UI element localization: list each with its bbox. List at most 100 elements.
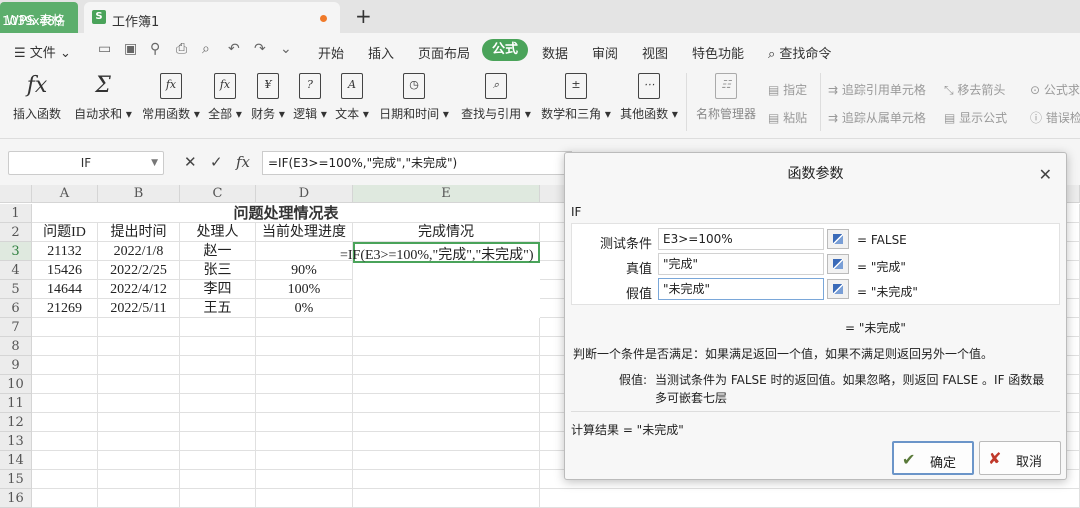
text-button[interactable]: A 文本 ▾ <box>332 73 372 122</box>
empty-cell[interactable] <box>180 451 256 470</box>
row-header[interactable]: 11 <box>0 394 32 413</box>
print-preview-icon[interactable]: ⌕ <box>202 41 210 57</box>
empty-cell[interactable] <box>353 394 540 413</box>
row-header[interactable]: 1 <box>0 204 32 223</box>
table-cell[interactable]: 100% <box>256 280 353 299</box>
empty-cell[interactable] <box>180 318 256 337</box>
formula-audit-button[interactable]: ⊙ 公式求 <box>1030 81 1080 98</box>
close-icon[interactable]: ✕ <box>1039 165 1052 184</box>
empty-cell[interactable] <box>353 318 540 337</box>
trace-dependents-button[interactable]: ⇉ 追踪从属单元格 <box>828 109 926 126</box>
empty-cell[interactable] <box>98 394 180 413</box>
row-header[interactable]: 6 <box>0 299 32 318</box>
error-check-button[interactable]: ⓘ 错误检 <box>1030 109 1080 126</box>
empty-cell[interactable] <box>353 413 540 432</box>
table-cell[interactable]: 李四 <box>180 280 256 299</box>
column-header-c[interactable]: C <box>180 185 256 203</box>
empty-cell[interactable] <box>256 318 353 337</box>
autosum-button[interactable]: Σ 自动求和 ▾ <box>72 73 134 122</box>
confirm-formula-icon[interactable]: ✓ <box>210 153 223 171</box>
menu-data[interactable]: 数据 <box>542 43 568 62</box>
menu-start[interactable]: 开始 <box>318 43 344 62</box>
formula-input[interactable]: =IF(E3>=100%,"完成","未完成") <box>262 151 572 175</box>
row-header[interactable]: 16 <box>0 489 32 508</box>
empty-cell[interactable] <box>98 470 180 489</box>
header-cell[interactable]: 当前处理进度 <box>256 223 353 242</box>
empty-cell[interactable] <box>98 318 180 337</box>
empty-cell[interactable] <box>353 432 540 451</box>
empty-cell[interactable] <box>256 356 353 375</box>
empty-cell[interactable] <box>32 318 98 337</box>
row-header[interactable]: 4 <box>0 261 32 280</box>
redo-icon[interactable]: ↷ <box>254 41 266 57</box>
empty-cell[interactable] <box>98 451 180 470</box>
empty-cell[interactable] <box>353 470 540 489</box>
insert-function-button[interactable]: fx 插入函数 <box>10 73 64 122</box>
save-icon[interactable]: ▣ <box>124 41 137 57</box>
empty-cell[interactable] <box>98 356 180 375</box>
table-cell[interactable]: 0% <box>256 299 353 318</box>
header-cell[interactable]: 问题ID <box>32 223 98 242</box>
empty-cell[interactable] <box>180 356 256 375</box>
name-box[interactable]: IF ▼ <box>8 151 164 175</box>
menu-formula[interactable]: 公式 <box>482 39 528 61</box>
empty-cell[interactable] <box>98 375 180 394</box>
select-all-corner[interactable] <box>0 185 32 203</box>
empty-cell[interactable] <box>180 394 256 413</box>
range-select-icon[interactable] <box>827 254 849 274</box>
table-cell[interactable]: 90% <box>256 261 353 280</box>
more-icon[interactable]: ⌄ <box>280 41 292 57</box>
empty-cell[interactable] <box>32 489 98 508</box>
math-button[interactable]: ± 数学和三角 ▾ <box>538 73 614 122</box>
column-header-e[interactable]: E <box>353 185 540 203</box>
trace-precedents-button[interactable]: ⇉ 追踪引用单元格 <box>828 81 926 98</box>
arg-input-test[interactable]: E3>=100% <box>658 228 824 250</box>
cancel-button[interactable]: ✘ 取消 <box>979 441 1061 475</box>
fx-icon[interactable]: fx <box>236 153 250 171</box>
empty-cell[interactable] <box>98 413 180 432</box>
date-time-button[interactable]: ◷ 日期和时间 ▾ <box>376 73 452 122</box>
table-cell[interactable]: 2022/2/25 <box>98 261 180 280</box>
row-header[interactable]: 2 <box>0 223 32 242</box>
empty-cell[interactable] <box>180 489 256 508</box>
table-cell[interactable]: 张三 <box>180 261 256 280</box>
name-manager-button[interactable]: ☷ 名称管理器 <box>694 73 758 122</box>
empty-cell[interactable] <box>353 489 540 508</box>
table-cell[interactable]: 赵一 <box>180 242 256 261</box>
file-menu[interactable]: ☰ 文件 ⌄ <box>14 42 71 61</box>
empty-cell[interactable] <box>32 394 98 413</box>
empty-cell[interactable] <box>353 451 540 470</box>
row-header[interactable]: 15 <box>0 470 32 489</box>
range-select-icon[interactable] <box>827 279 849 299</box>
empty-cell[interactable] <box>32 337 98 356</box>
empty-cell[interactable] <box>256 451 353 470</box>
empty-cell[interactable] <box>353 337 540 356</box>
empty-cell[interactable] <box>540 489 1080 508</box>
print-icon[interactable]: ⎙ <box>176 41 187 57</box>
row-header[interactable]: 7 <box>0 318 32 337</box>
new-tab-button[interactable]: + <box>355 4 372 28</box>
header-cell[interactable]: 完成情况 <box>353 223 540 242</box>
row-header[interactable]: 10 <box>0 375 32 394</box>
column-header-b[interactable]: B <box>98 185 180 203</box>
row-header[interactable]: 3 <box>0 242 32 261</box>
table-cell[interactable] <box>256 242 353 261</box>
menu-special[interactable]: 特色功能 <box>692 43 744 62</box>
empty-cell[interactable] <box>256 337 353 356</box>
empty-cell[interactable] <box>256 432 353 451</box>
table-cell[interactable]: 2022/5/11 <box>98 299 180 318</box>
empty-cell[interactable] <box>180 470 256 489</box>
empty-cell[interactable] <box>256 413 353 432</box>
open-icon[interactable]: ▭ <box>98 41 111 57</box>
empty-cell[interactable] <box>180 413 256 432</box>
empty-cell[interactable] <box>32 356 98 375</box>
range-select-icon[interactable] <box>827 229 849 249</box>
menu-review[interactable]: 审阅 <box>592 43 618 62</box>
row-header[interactable]: 13 <box>0 432 32 451</box>
table-cell[interactable]: 15426 <box>32 261 98 280</box>
chevron-down-icon[interactable]: ▼ <box>151 152 158 174</box>
empty-cell[interactable] <box>32 451 98 470</box>
table-cell[interactable]: 21269 <box>32 299 98 318</box>
row-header[interactable]: 8 <box>0 337 32 356</box>
lookup-button[interactable]: ⌕ 查找与引用 ▾ <box>458 73 534 122</box>
